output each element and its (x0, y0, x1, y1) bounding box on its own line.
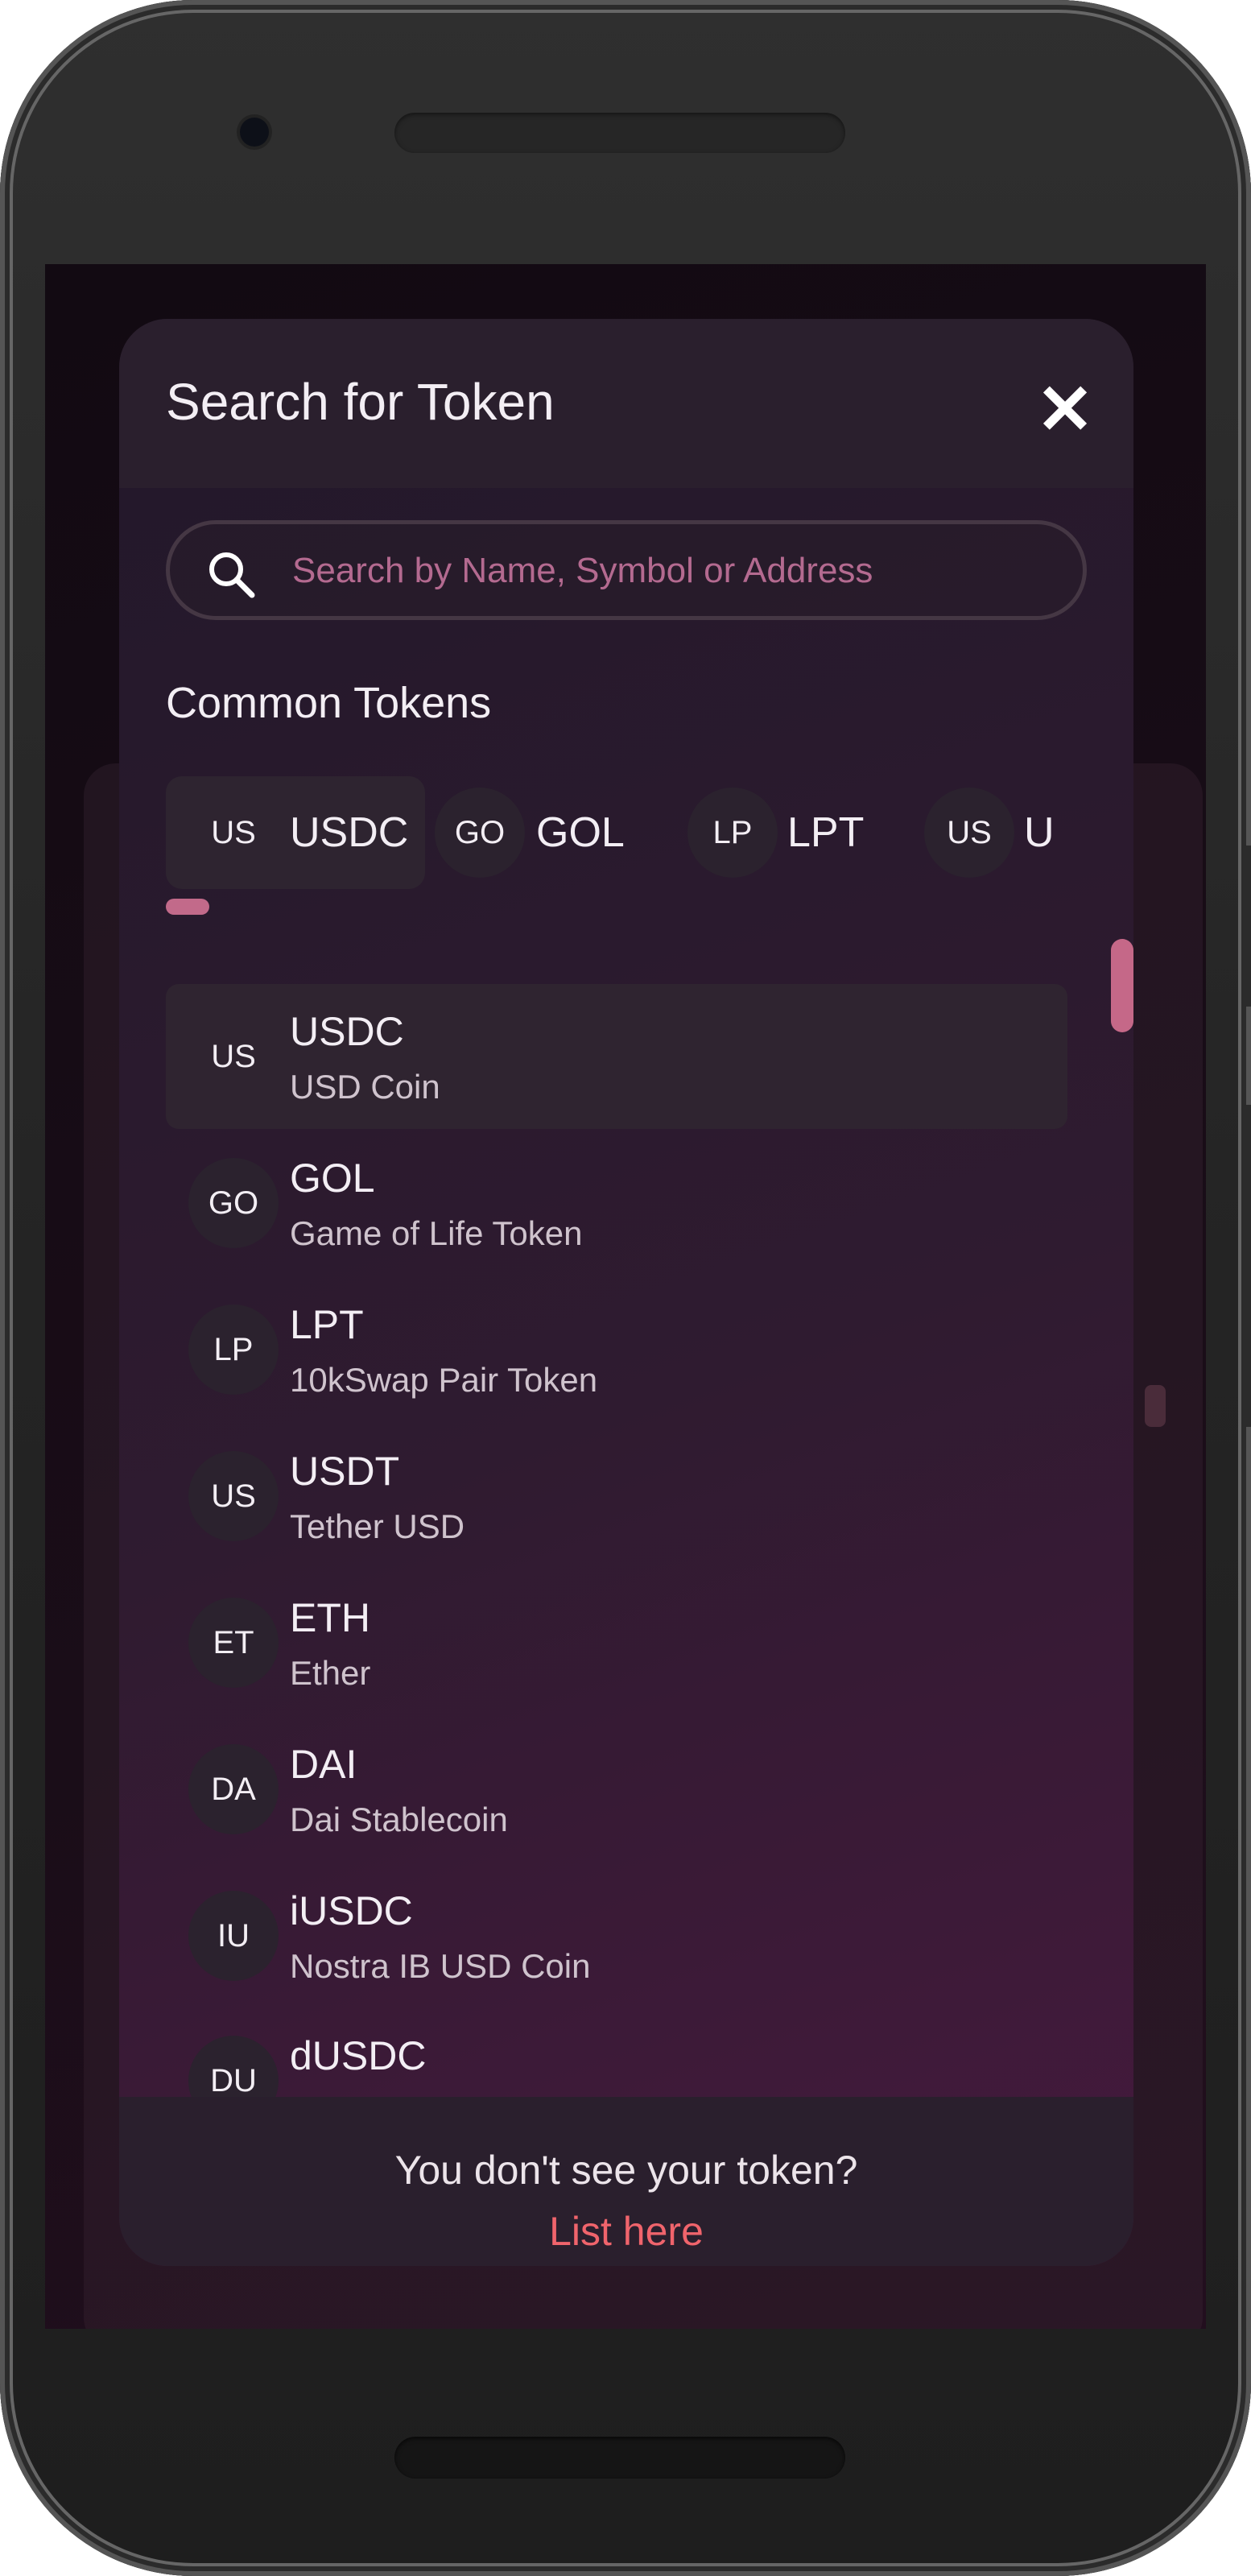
token-list-item[interactable]: DU dUSDC (166, 2008, 1067, 2103)
token-avatar: US (924, 788, 1014, 878)
common-token-chip[interactable]: US U (924, 776, 1092, 889)
token-name: Ether (290, 1654, 371, 1692)
token-avatar: US (188, 1451, 279, 1541)
token-avatar: DA (188, 1744, 279, 1834)
token-list-item[interactable]: ET ETH Ether (166, 1570, 1067, 1715)
modal-footer: You don't see your token? List here (119, 2097, 1133, 2266)
common-token-chip[interactable]: GO GOL (435, 776, 652, 889)
token-avatar: US (211, 1038, 256, 1074)
screen: Search for Token ✕ Common Tokens US USDC (45, 264, 1206, 2329)
token-symbol: dUSDC (290, 2033, 427, 2078)
token-list-item[interactable]: US USDT Tether USD (166, 1424, 1067, 1569)
token-symbol: USDC (290, 1009, 404, 1054)
front-camera (240, 118, 269, 147)
token-name: USD Coin (290, 1068, 440, 1106)
token-name: Dai Stablecoin (290, 1801, 508, 1838)
search-field[interactable] (166, 520, 1087, 620)
token-symbol: GOL (290, 1156, 375, 1201)
chip-label: GOL (536, 809, 625, 856)
token-name: Nostra IB USD Coin (290, 1947, 591, 1985)
chip-label: LPT (787, 809, 865, 856)
search-icon (209, 552, 255, 598)
power-button (1241, 1105, 1251, 1427)
list-token-link[interactable]: List here (119, 2208, 1133, 2255)
modal-header: Search for Token ✕ (119, 319, 1133, 488)
token-avatar: IU (188, 1891, 279, 1981)
close-button[interactable]: ✕ (1029, 374, 1101, 446)
phone-frame: Search for Token ✕ Common Tokens US USDC (0, 0, 1251, 2576)
footer-text: You don't see your token? (394, 2148, 858, 2193)
token-symbol: iUSDC (290, 1888, 413, 1933)
token-symbol: ETH (290, 1595, 370, 1640)
token-avatar: LP (188, 1305, 279, 1395)
token-name: Tether USD (290, 1507, 465, 1545)
page-scrollbar[interactable] (1145, 1385, 1166, 1427)
token-name: Game of Life Token (290, 1214, 583, 1252)
token-avatar: DU (188, 2036, 279, 2103)
common-tokens-title: Common Tokens (166, 679, 492, 727)
token-avatar: US (211, 814, 256, 850)
bottom-speaker (394, 2437, 845, 2479)
token-list: US USDC USD Coin GO GOL Game of Life Tok… (166, 984, 1067, 2103)
token-list-item[interactable]: US USDC USD Coin (166, 984, 1067, 1129)
token-symbol: LPT (290, 1302, 364, 1347)
modal-title: Search for Token (166, 373, 555, 431)
token-avatar: ET (188, 1598, 279, 1688)
common-tokens-scrollbar[interactable] (166, 899, 209, 915)
token-avatar: GO (188, 1158, 279, 1248)
token-list-item[interactable]: LP LPT 10kSwap Pair Token (166, 1277, 1067, 1422)
chip-label: USDC (290, 809, 409, 856)
chip-label: U (1024, 809, 1055, 856)
common-token-chip[interactable]: US USDC (166, 776, 425, 889)
close-icon: ✕ (1035, 371, 1095, 449)
common-tokens-row: US USDC GO GOL LP LPT US U (166, 776, 1092, 889)
token-list-item[interactable]: DA DAI Dai Stablecoin (166, 1717, 1067, 1862)
token-list-item[interactable]: IU iUSDC Nostra IB USD Coin (166, 1863, 1067, 2008)
token-name: 10kSwap Pair Token (290, 1361, 598, 1399)
token-avatar: LP (687, 788, 778, 878)
token-symbol: DAI (290, 1742, 357, 1787)
token-list-scrollbar[interactable] (1111, 939, 1133, 1032)
common-token-chip[interactable]: LP LPT (687, 776, 897, 889)
token-avatar: GO (435, 788, 525, 878)
token-symbol: USDT (290, 1449, 400, 1494)
earpiece-speaker (394, 113, 845, 153)
token-search-modal: Search for Token ✕ Common Tokens US USDC (119, 319, 1133, 2266)
volume-button (1241, 846, 1251, 1007)
token-list-item[interactable]: GO GOL Game of Life Token (166, 1131, 1067, 1276)
search-input[interactable] (291, 542, 1067, 600)
